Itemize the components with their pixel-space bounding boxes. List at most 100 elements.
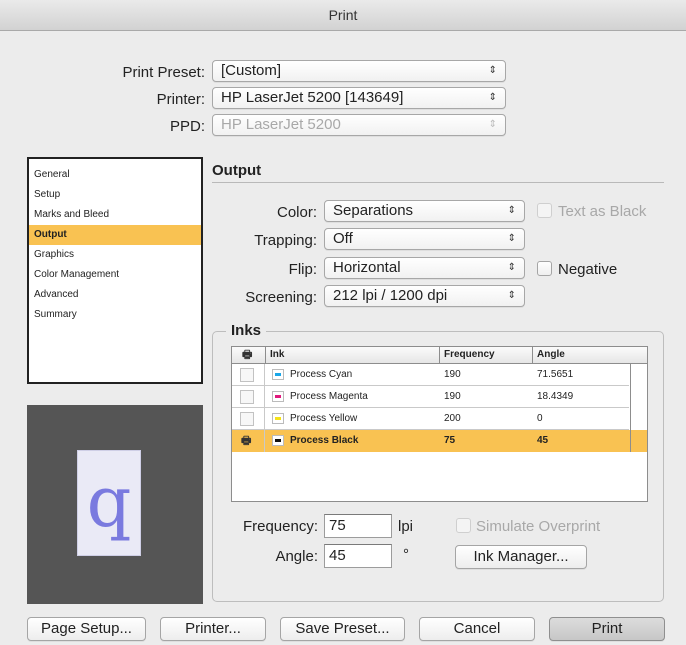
screening-label: Screening: (245, 289, 317, 306)
text-as-black-label: Text as Black (558, 203, 647, 220)
text-as-black-checkbox[interactable] (537, 203, 552, 218)
flip-value: Horizontal (333, 259, 401, 276)
print-toggle-cell[interactable] (232, 386, 265, 408)
preview-page: q (77, 450, 141, 556)
save-preset-button[interactable]: Save Preset... (280, 617, 405, 641)
angle-unit: ° (403, 546, 409, 563)
sidebar-item-color-management[interactable]: Color Management (29, 265, 201, 285)
ink-frequency: 190 (444, 391, 461, 402)
print-preset-popup[interactable]: [Custom] ⇕ (212, 60, 506, 82)
simulate-overprint-label: Simulate Overprint (476, 518, 601, 535)
window-title: Print (0, 0, 686, 31)
ink-angle: 45 (537, 435, 549, 446)
sidebar-item-setup[interactable]: Setup (29, 185, 201, 205)
sidebar-item-general[interactable]: General (29, 165, 201, 185)
frequency-label: Frequency: (242, 518, 318, 535)
cyan-swatch (275, 373, 281, 376)
output-section-title: Output (212, 162, 262, 179)
ppd-value: HP LaserJet 5200 (221, 116, 341, 133)
inks-table[interactable]: 🖶 Ink Frequency Angle Process Cyan 190 7… (231, 346, 648, 502)
updown-arrows-icon: ⇕ (507, 205, 516, 216)
ink-angle: 71.5651 (537, 369, 574, 380)
ink-frequency: 75 (444, 435, 456, 446)
ppd-popup: HP LaserJet 5200 ⇕ (212, 114, 506, 136)
column-divider (439, 347, 440, 364)
yellow-swatch (275, 417, 281, 420)
magenta-swatch (275, 395, 281, 398)
ink-name: Process Yellow (290, 413, 358, 424)
sidebar-item-advanced[interactable]: Advanced (29, 285, 201, 305)
frequency-field[interactable]: 75 (324, 514, 392, 538)
screening-value: 212 lpi / 1200 dpi (333, 287, 448, 304)
simulate-overprint-checkbox[interactable] (456, 518, 471, 533)
ink-row[interactable]: Process Magenta 190 18.4349 (232, 386, 647, 408)
print-toggle[interactable] (240, 368, 254, 382)
print-toggle-cell[interactable] (232, 408, 265, 430)
angle-field[interactable]: 45 (324, 544, 392, 568)
ink-name: Process Magenta (290, 391, 368, 402)
column-divider (532, 347, 533, 364)
trapping-popup[interactable]: Off ⇕ (324, 228, 525, 250)
print-preset-label: Print Preset: (122, 64, 205, 81)
printer-popup[interactable]: HP LaserJet 5200 [143649] ⇕ (212, 87, 506, 109)
ink-name: Process Cyan (290, 369, 353, 380)
cancel-button[interactable]: Cancel (419, 617, 535, 641)
color-value: Separations (333, 202, 414, 219)
ppd-label: PPD: (169, 118, 205, 135)
color-popup[interactable]: Separations ⇕ (324, 200, 525, 222)
updown-arrows-icon: ⇕ (507, 290, 516, 301)
ink-angle: 0 (537, 413, 543, 424)
trapping-value: Off (333, 230, 353, 247)
preview-glyph: q (86, 461, 132, 543)
column-header-angle[interactable]: Angle (537, 347, 565, 363)
print-preset-value: [Custom] (221, 62, 282, 79)
printer-button[interactable]: Printer... (160, 617, 266, 641)
ink-swatch-icon (272, 413, 284, 424)
sidebar-item-summary[interactable]: Summary (29, 305, 201, 325)
print-button[interactable]: Print (549, 617, 665, 641)
ink-manager-button[interactable]: Ink Manager... (455, 545, 587, 569)
frequency-unit: lpi (398, 518, 414, 535)
ink-frequency: 200 (444, 413, 461, 424)
column-header-ink[interactable]: Ink (270, 347, 284, 363)
column-divider (265, 347, 266, 364)
print-toggle[interactable] (240, 390, 254, 404)
updown-arrows-icon: ⇕ (507, 262, 516, 273)
updown-arrows-icon: ⇕ (488, 119, 497, 130)
print-toggle-cell[interactable]: 🖶 (232, 430, 265, 452)
inks-table-header: 🖶 Ink Frequency Angle (232, 347, 647, 364)
inks-group-title: Inks (226, 322, 267, 339)
ink-angle: 18.4349 (537, 391, 574, 402)
negative-label: Negative (558, 261, 618, 278)
printer-icon: 🖶 (242, 349, 253, 361)
ink-row[interactable]: Process Yellow 200 0 (232, 408, 647, 430)
printer-value: HP LaserJet 5200 [143649] (221, 89, 404, 106)
print-toggle-cell[interactable] (232, 364, 265, 386)
page-preview: q (27, 405, 203, 604)
page-setup-button[interactable]: Page Setup... (27, 617, 146, 641)
ink-swatch-icon (272, 391, 284, 402)
negative-checkbox[interactable] (537, 261, 552, 276)
sidebar-item-marks-and-bleed[interactable]: Marks and Bleed (29, 205, 201, 225)
black-swatch (275, 439, 281, 442)
screening-popup[interactable]: 212 lpi / 1200 dpi ⇕ (324, 285, 525, 307)
color-label: Color: (276, 204, 317, 221)
column-header-frequency[interactable]: Frequency (444, 347, 495, 363)
flip-popup[interactable]: Horizontal ⇕ (324, 257, 525, 279)
trapping-label: Trapping: (254, 232, 317, 249)
print-toggle[interactable] (240, 412, 254, 426)
updown-arrows-icon: ⇕ (488, 65, 497, 76)
updown-arrows-icon: ⇕ (507, 233, 516, 244)
sidebar-item-graphics[interactable]: Graphics (29, 245, 201, 265)
updown-arrows-icon: ⇕ (488, 92, 497, 103)
printer-label: Printer: (156, 91, 205, 108)
output-divider (212, 182, 664, 183)
printer-icon[interactable]: 🖶 (241, 430, 251, 452)
ink-row[interactable]: Process Cyan 190 71.5651 (232, 364, 647, 386)
table-scroll-divider (630, 364, 631, 452)
category-list[interactable]: General Setup Marks and Bleed Output Gra… (27, 157, 203, 384)
ink-row-selected[interactable]: 🖶 Process Black 75 45 (232, 430, 647, 452)
ink-frequency: 190 (444, 369, 461, 380)
angle-label: Angle: (275, 548, 318, 565)
sidebar-item-output[interactable]: Output (29, 225, 201, 245)
